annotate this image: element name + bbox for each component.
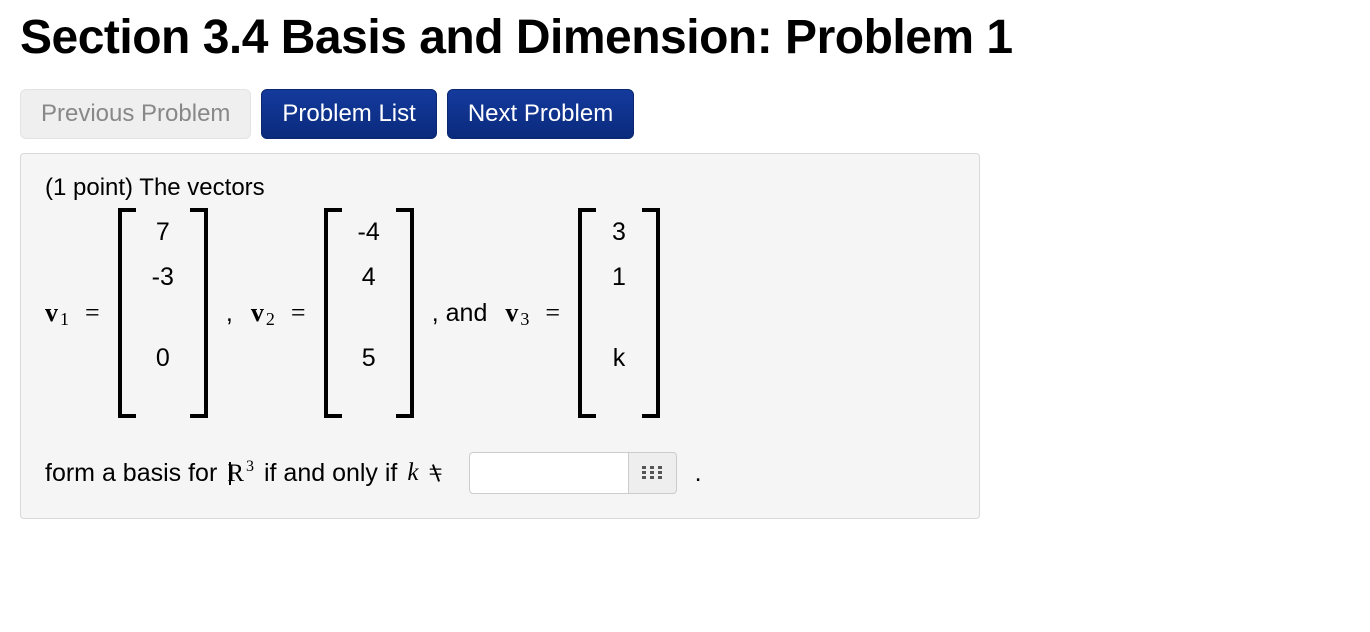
matrix-cell: -4: [358, 220, 380, 245]
equals-sign: =: [287, 298, 312, 328]
text-mid: if and only if: [264, 459, 397, 488]
text-pre: form a basis for: [45, 459, 217, 488]
grid-icon: [642, 466, 662, 480]
vector-label-v1: v1: [45, 298, 69, 328]
keypad-button[interactable]: [629, 452, 677, 494]
vector-v2: -4 4 5: [324, 208, 414, 418]
problem-list-button[interactable]: Problem List: [261, 89, 436, 139]
not-equal-sign: =: [429, 459, 443, 487]
vector-symbol: v: [251, 298, 264, 328]
separator-comma: ,: [220, 299, 239, 328]
vector-symbol: v: [45, 298, 58, 328]
bracket-left-icon: [578, 208, 592, 418]
vector-v1: 7 -3 0: [118, 208, 208, 418]
matrix-cell: k: [612, 346, 626, 371]
vector-label-v2: v2: [251, 298, 275, 328]
vector-symbol: v: [505, 298, 518, 328]
answer-group: [469, 452, 677, 494]
next-problem-button[interactable]: Next Problem: [447, 89, 634, 139]
matrix-cell: 4: [358, 265, 380, 290]
bracket-right-icon: [646, 208, 660, 418]
double-struck-r-icon: [227, 460, 246, 488]
period: .: [695, 459, 702, 488]
matrix-cell: 7: [152, 220, 174, 245]
answer-input[interactable]: [469, 452, 629, 494]
variable-k: k: [407, 459, 418, 487]
matrix-cell: 5: [358, 346, 380, 371]
problem-lead: (1 point) The vectors: [45, 174, 955, 202]
page-title: Section 3.4 Basis and Dimension: Problem…: [20, 10, 1350, 65]
vectors-row: v1 = 7 -3 0 , v2 = -4 4 5 , and: [45, 208, 955, 418]
vector-label-v3: v3: [505, 298, 529, 328]
real-3-symbol: 3: [227, 458, 254, 487]
vector-subscript: 3: [520, 309, 529, 330]
vector-subscript: 1: [60, 309, 69, 330]
problem-condition: form a basis for 3 if and only if k = .: [45, 452, 955, 494]
matrix-cell: 1: [612, 265, 626, 290]
superscript-3: 3: [246, 458, 254, 475]
bracket-right-icon: [194, 208, 208, 418]
matrix-cell: 3: [612, 220, 626, 245]
vector-subscript: 2: [266, 309, 275, 330]
previous-problem-button[interactable]: Previous Problem: [20, 89, 251, 139]
bracket-left-icon: [118, 208, 132, 418]
equals-sign: =: [81, 298, 106, 328]
problem-panel: (1 point) The vectors v1 = 7 -3 0 , v2 =…: [20, 153, 980, 519]
bracket-left-icon: [324, 208, 338, 418]
matrix-cell: -3: [152, 265, 174, 290]
bracket-right-icon: [400, 208, 414, 418]
matrix-cell: 0: [152, 346, 174, 371]
separator-and: , and: [426, 299, 494, 328]
equals-sign: =: [541, 298, 566, 328]
problem-nav: Previous Problem Problem List Next Probl…: [20, 89, 1350, 139]
vector-v3: 3 1 k: [578, 208, 660, 418]
